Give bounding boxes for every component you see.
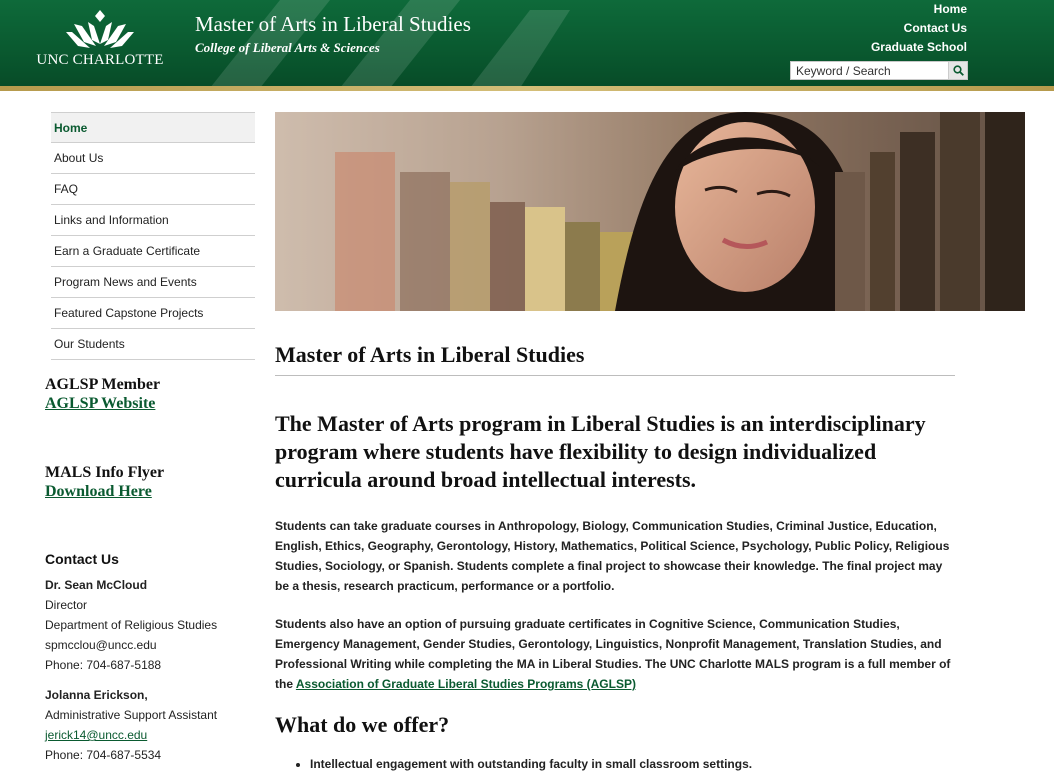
- utility-link-home[interactable]: Home: [871, 0, 967, 19]
- hero-illustration: [275, 112, 1025, 311]
- site-subtitle[interactable]: College of Liberal Arts & Sciences: [195, 40, 380, 56]
- contact-heading: Contact Us: [45, 551, 119, 567]
- crown-logo-icon: [66, 10, 134, 48]
- search-button[interactable]: [948, 62, 967, 79]
- page-title: Master of Arts in Liberal Studies: [275, 330, 955, 376]
- flyer-heading: MALS Info Flyer: [45, 464, 165, 481]
- utility-links: Home Contact Us Graduate School: [871, 0, 967, 57]
- site-title[interactable]: Master of Arts in Liberal Studies: [195, 12, 471, 37]
- contact-1-title: Director: [45, 598, 88, 612]
- main-content: Master of Arts in Liberal Studies The Ma…: [275, 330, 955, 774]
- nav-item-earn-certificate[interactable]: Earn a Graduate Certificate: [51, 236, 255, 267]
- lead-statement: The Master of Arts program in Liberal St…: [275, 411, 926, 492]
- left-navigation: Home About Us FAQ Links and Information …: [51, 112, 255, 360]
- logo-wordmark: UNC CHARLOTTE: [36, 52, 164, 68]
- contact-2-name: Jolanna Erickson,: [45, 688, 148, 702]
- nav-item-news-events[interactable]: Program News and Events: [51, 267, 255, 298]
- nav-item-faq[interactable]: FAQ: [51, 174, 255, 205]
- nav-item-capstone-projects[interactable]: Featured Capstone Projects: [51, 298, 255, 329]
- contact-2-phone: Phone: 704-687-5534: [45, 748, 162, 762]
- site-header: UNC CHARLOTTE Master of Arts in Liberal …: [0, 0, 1054, 88]
- nav-item-our-students[interactable]: Our Students: [51, 329, 255, 360]
- contact-2-email-link[interactable]: jerick14@uncc.edu: [45, 728, 147, 742]
- nav-item-home[interactable]: Home: [51, 112, 255, 143]
- contact-block: Contact Us Dr. Sean McCloud Director Dep…: [45, 551, 255, 765]
- offer-heading: What do we offer?: [275, 712, 450, 737]
- contact-2-title: Administrative Support Assistant: [45, 708, 218, 722]
- nav-item-about-us[interactable]: About Us: [51, 143, 255, 174]
- contact-1-name: Dr. Sean McCloud: [45, 578, 148, 592]
- flyer-block: MALS Info Flyer Download Here: [45, 464, 255, 501]
- unc-charlotte-logo[interactable]: UNC CHARLOTTE: [34, 10, 166, 70]
- contact-1-email[interactable]: spmcclou@uncc.edu: [45, 635, 255, 655]
- search-input[interactable]: [791, 62, 949, 79]
- aglsp-heading: AGLSP Member: [45, 376, 161, 393]
- magnifier-icon: [952, 65, 964, 76]
- search-box: [790, 61, 968, 80]
- utility-link-contact-us[interactable]: Contact Us: [871, 19, 967, 38]
- hero-image-student-reading: [275, 112, 1025, 311]
- header-gold-divider: [0, 86, 1054, 91]
- certificates-paragraph: Students also have an option of pursuing…: [275, 614, 955, 694]
- contact-1-phone: Phone: 704-687-5188: [45, 658, 162, 672]
- offer-list-item: Intellectual engagement with outstanding…: [310, 754, 955, 774]
- utility-link-graduate-school[interactable]: Graduate School: [871, 38, 967, 57]
- aglsp-association-link[interactable]: Association of Graduate Liberal Studies …: [296, 677, 636, 691]
- offer-list: Intellectual engagement with outstanding…: [275, 754, 955, 774]
- aglsp-website-link[interactable]: AGLSP Website: [45, 395, 255, 413]
- courses-paragraph: Students can take graduate courses in An…: [275, 519, 950, 593]
- nav-item-links-and-information[interactable]: Links and Information: [51, 205, 255, 236]
- contact-1-department: Department of Religious Studies: [45, 618, 218, 632]
- aglsp-block: AGLSP Member AGLSP Website: [45, 376, 255, 413]
- flyer-download-link[interactable]: Download Here: [45, 483, 255, 501]
